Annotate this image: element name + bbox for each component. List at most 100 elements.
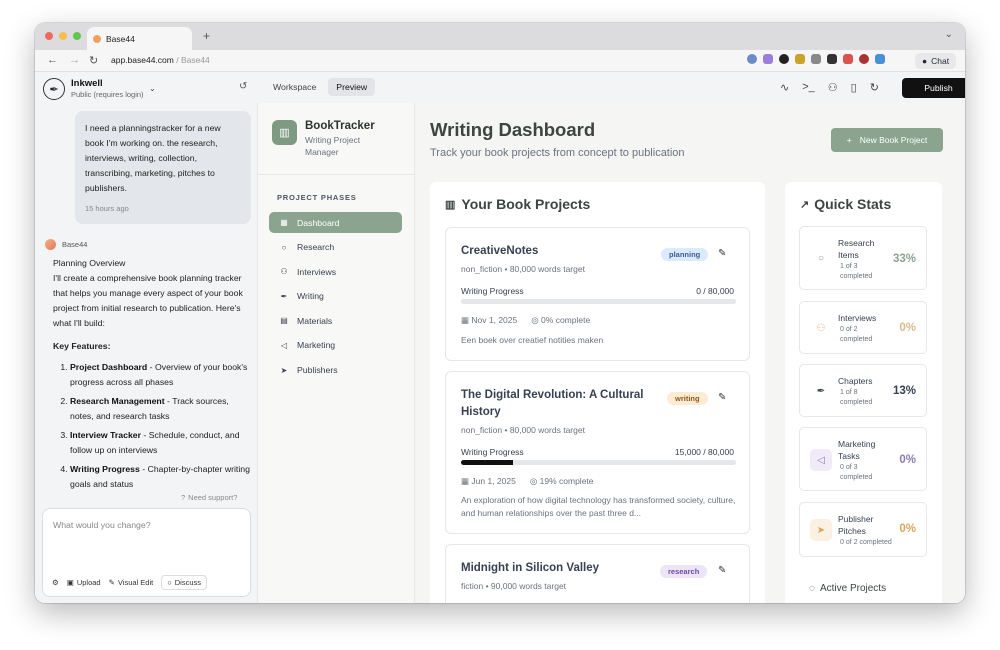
- progress-bar: [461, 460, 736, 465]
- chat-button-label: Chat: [931, 56, 950, 66]
- project-card[interactable]: Midnight in Silicon Valley fiction • 90,…: [445, 544, 750, 603]
- project-info-row: ▦ Jun 1, 2025 ◎ 19% complete: [461, 476, 594, 487]
- project-complete: ◎ 0% complete: [531, 315, 590, 326]
- project-logo-icon: ✒: [43, 78, 65, 100]
- megaphone-icon: ◁: [810, 449, 832, 471]
- visual-edit-button[interactable]: ✎ Visual Edit: [109, 578, 154, 587]
- settings-icon[interactable]: ⚙: [52, 578, 59, 587]
- user-message: I need a planningstracker for a new book…: [75, 111, 251, 224]
- project-name: Inkwell: [71, 78, 103, 89]
- nav-item-writing[interactable]: ✒ Writing: [269, 286, 402, 307]
- pen-icon: ✒: [280, 291, 288, 301]
- back-icon[interactable]: ←: [47, 54, 58, 66]
- minimize-window-button[interactable]: [59, 32, 67, 40]
- project-card[interactable]: CreativeNotes non_fiction • 80,000 words…: [445, 227, 750, 361]
- project-card[interactable]: The Digital Revolution: A Cultural Histo…: [445, 371, 750, 534]
- stat-card-interviews: ⚇ Interviews 0 of 2 completed 0%: [799, 301, 927, 354]
- nav-item-marketing[interactable]: ◁ Marketing: [269, 335, 402, 356]
- browser-tab[interactable]: Base44: [87, 27, 192, 50]
- extension-icon[interactable]: [875, 54, 885, 64]
- upload-button[interactable]: ▣ Upload: [67, 578, 101, 587]
- forward-icon[interactable]: →: [69, 54, 80, 66]
- brand-title: BookTracker: [305, 120, 375, 132]
- check-circle-icon: ◌: [809, 583, 815, 594]
- new-project-label: New Book Project: [859, 135, 928, 145]
- extension-icon[interactable]: [795, 54, 805, 64]
- progress-label: Writing Progress: [461, 286, 524, 296]
- status-badge: planning: [661, 248, 709, 261]
- mobile-icon[interactable]: ▯: [851, 81, 857, 94]
- progress-label: Writing Progress: [461, 447, 524, 457]
- add-user-icon[interactable]: ⚇: [828, 81, 838, 94]
- publish-button[interactable]: Publish: [902, 78, 965, 98]
- extension-icon[interactable]: [779, 54, 789, 64]
- edit-icon[interactable]: ✎: [718, 565, 726, 576]
- extension-icon[interactable]: [763, 54, 773, 64]
- url-path: / Base44: [173, 55, 210, 65]
- active-projects-heading: ◌ Active Projects: [809, 583, 886, 594]
- support-link[interactable]: ? Need support?: [181, 493, 237, 502]
- reload-icon[interactable]: ↻: [89, 54, 98, 67]
- extension-icon[interactable]: [859, 54, 869, 64]
- nav-item-materials[interactable]: ▤ Materials: [269, 310, 402, 331]
- feature-item: Project Dashboard - Overview of your boo…: [70, 360, 253, 390]
- visual-edit-label: Visual Edit: [117, 578, 154, 587]
- complete-text: 19% complete: [539, 476, 594, 486]
- tab-menu-chevron-icon[interactable]: ⌄: [945, 29, 953, 40]
- edit-icon[interactable]: ✎: [718, 248, 726, 259]
- new-book-project-button[interactable]: + New Book Project: [831, 128, 943, 152]
- preview-tab[interactable]: Preview: [328, 78, 376, 96]
- edit-icon[interactable]: ✎: [718, 392, 726, 403]
- window-controls: [45, 32, 81, 40]
- date-text: Nov 1, 2025: [471, 315, 518, 325]
- project-info-row: ▦ Nov 1, 2025 ◎ 0% complete: [461, 315, 590, 326]
- extension-icon[interactable]: [811, 54, 821, 64]
- feature-item: Writing Progress - Chapter-by-chapter wr…: [70, 462, 253, 492]
- bot-avatar: [45, 239, 56, 250]
- image-icon: ▣: [66, 578, 74, 587]
- reply-heading: Planning Overview: [53, 258, 126, 268]
- feature-title: Writing Progress: [70, 464, 140, 474]
- quick-stats-panel: ↗ Quick Stats ○ Research Items 1 of 3 com…: [785, 182, 942, 603]
- phases-heading: PROJECT PHASES: [277, 193, 357, 202]
- feature-title: Interview Tracker: [70, 430, 141, 440]
- address-bar: ← → ↻ app.base44.com / Base44 ● Chat: [35, 50, 965, 72]
- discuss-label: Discuss: [174, 578, 202, 587]
- extension-icon[interactable]: [827, 54, 837, 64]
- stat-name: Research Items: [838, 238, 875, 260]
- megaphone-icon: ◁: [280, 340, 288, 350]
- project-switcher[interactable]: ✒ Inkwell Public (requires login) ⌄: [43, 78, 156, 100]
- close-window-button[interactable]: [45, 32, 53, 40]
- stat-percent: 13%: [892, 385, 916, 397]
- terminal-icon[interactable]: >_: [802, 81, 815, 94]
- bot-reply: Planning Overview I'll create a comprehe…: [53, 256, 253, 496]
- send-icon: ➤: [280, 365, 288, 375]
- nav-item-research[interactable]: ○ Research: [269, 237, 402, 258]
- chevron-down-icon[interactable]: ⌄: [149, 84, 156, 93]
- extension-icon[interactable]: [747, 54, 757, 64]
- project-meta: fiction • 90,000 words target: [461, 581, 567, 591]
- nav-label: Writing: [297, 291, 324, 302]
- workspace-tab[interactable]: Workspace: [265, 78, 324, 96]
- nav-item-interviews[interactable]: ⚇ Interviews: [269, 261, 402, 282]
- activity-icon[interactable]: ∿: [780, 81, 789, 94]
- nav-item-publishers[interactable]: ➤ Publishers: [269, 360, 402, 381]
- nav-item-dashboard[interactable]: ▦ Dashboard: [269, 212, 402, 233]
- project-meta: non_fiction • 80,000 words target: [461, 264, 585, 274]
- project-complete: ◎ 19% complete: [530, 476, 594, 487]
- help-icon: ?: [181, 493, 186, 502]
- tab-strip: Base44 + ⌄: [35, 23, 965, 50]
- zoom-window-button[interactable]: [73, 32, 81, 40]
- project-visibility: Public (requires login): [71, 90, 144, 99]
- phase-nav: ▦ Dashboard ○ Research ⚇ Interviews ✒ Writin…: [269, 212, 402, 384]
- extension-icon[interactable]: [843, 54, 853, 64]
- discuss-button[interactable]: ○ Discuss: [161, 575, 208, 590]
- stat-name: Chapters: [838, 376, 873, 386]
- new-tab-button[interactable]: +: [203, 29, 210, 43]
- url-field[interactable]: app.base44.com / Base44: [111, 55, 210, 65]
- refresh-icon[interactable]: ↻: [870, 81, 879, 94]
- composer-placeholder[interactable]: What would you change?: [53, 520, 151, 530]
- message-composer[interactable]: What would you change? ⚙ ▣ Upload ✎ Visual…: [42, 508, 251, 597]
- history-icon[interactable]: ↺: [239, 81, 247, 92]
- chat-button[interactable]: ● Chat: [915, 53, 957, 69]
